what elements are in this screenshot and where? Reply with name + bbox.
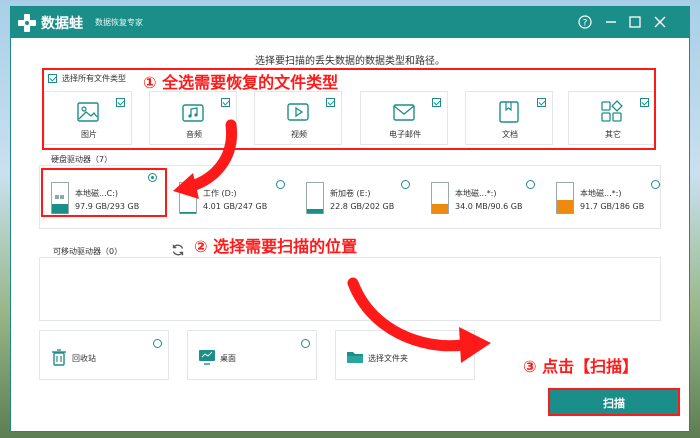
drive-size: 22.8 GB/202 GB <box>330 202 395 211</box>
drive-size: 91.7 GB/186 GB <box>580 202 645 211</box>
file-type-other[interactable]: 其它 <box>568 91 656 145</box>
file-type-video[interactable]: 视频 <box>254 91 342 145</box>
desktop-icon <box>199 350 215 365</box>
page-instruction: 选择要扫描的丢失数据的数据类型和路径。 <box>255 56 445 67</box>
checkbox-checked-icon[interactable] <box>48 74 57 83</box>
app-name: 数据蛙 <box>41 16 83 32</box>
drive-orange-icon <box>556 182 574 214</box>
file-type-email[interactable]: 电子邮件 <box>360 91 448 145</box>
drive-name: 本地磁...*:) <box>455 189 497 198</box>
help-icon[interactable]: ? <box>578 15 592 29</box>
removable-section-title: 可移动驱动器（0） <box>53 247 123 256</box>
checkbox-checked-icon[interactable] <box>326 98 335 107</box>
drive-item-c[interactable]: 本地磁...C:) 97.9 GB/293 GB <box>43 172 153 220</box>
title-bar: 数据蛙 数据恢复专家 ? <box>11 7 689 38</box>
location-desktop[interactable]: 桌面 <box>187 330 317 380</box>
file-type-label: 文档 <box>502 130 518 139</box>
other-icon <box>601 100 623 122</box>
drive-size: 34.0 MB/90.6 GB <box>455 202 523 211</box>
location-recycle-bin[interactable]: 回收站 <box>39 330 169 380</box>
minimize-icon[interactable] <box>604 15 618 29</box>
app-logo-icon <box>18 14 36 32</box>
location-radio[interactable] <box>301 339 310 348</box>
scan-button[interactable]: 扫描 <box>548 388 680 416</box>
location-radio[interactable] <box>153 339 162 348</box>
annotation-step-3: ③ 点击【扫描】 <box>523 357 639 376</box>
image-icon <box>77 102 99 122</box>
file-type-document[interactable]: 文档 <box>465 91 553 145</box>
select-all-label: 选择所有文件类型 <box>62 74 126 83</box>
arrow-icon <box>173 119 238 199</box>
drive-name: 本地磁...C:) <box>75 189 119 198</box>
windows-drive-icon <box>51 182 69 214</box>
drive-name: 本地磁...*:) <box>580 189 622 198</box>
file-type-label: 其它 <box>605 130 621 139</box>
checkbox-checked-icon[interactable] <box>432 98 441 107</box>
drive-radio[interactable] <box>401 180 410 189</box>
drive-radio-selected[interactable] <box>148 173 157 182</box>
file-type-label: 电子邮件 <box>389 130 421 139</box>
document-icon <box>499 101 519 123</box>
checkbox-checked-icon[interactable] <box>537 98 546 107</box>
checkbox-checked-icon[interactable] <box>640 98 649 107</box>
checkbox-checked-icon[interactable] <box>221 98 230 107</box>
refresh-icon[interactable] <box>171 243 185 257</box>
drive-radio[interactable] <box>651 180 660 189</box>
drive-orange-icon <box>431 182 449 214</box>
file-type-label: 视频 <box>291 130 307 139</box>
drive-size: 97.9 GB/293 GB <box>75 202 140 211</box>
drive-item-e[interactable]: 新加卷 (E:) 22.8 GB/202 GB <box>298 172 408 220</box>
app-subtitle: 数据恢复专家 <box>95 18 143 27</box>
recycle-bin-icon <box>52 349 66 366</box>
annotation-step-2: ② 选择需要扫描的位置 <box>194 237 358 256</box>
app-window: 数据蛙 数据恢复专家 ? 选择要扫描的丢失数据的数据类型和路径。 选择所有文件类… <box>10 6 690 432</box>
close-icon[interactable] <box>653 15 667 29</box>
disk-section-title: 硬盘驱动器（7） <box>51 155 113 164</box>
svg-text:?: ? <box>583 19 588 29</box>
drive-radio[interactable] <box>276 180 285 189</box>
location-label: 桌面 <box>220 354 236 363</box>
arrow-icon <box>347 277 491 363</box>
drive-item-5[interactable]: 本地磁...*:) 91.7 GB/186 GB <box>548 172 658 220</box>
maximize-icon[interactable] <box>628 15 642 29</box>
drive-name: 新加卷 (E:) <box>330 189 371 198</box>
drive-radio[interactable] <box>526 180 535 189</box>
location-label: 回收站 <box>72 354 96 363</box>
checkbox-checked-icon[interactable] <box>116 98 125 107</box>
file-type-label: 图片 <box>81 130 97 139</box>
select-all-checkbox[interactable]: 选择所有文件类型 <box>48 73 126 84</box>
annotation-step-1: ① 全选需要恢复的文件类型 <box>143 73 339 92</box>
drive-item-4[interactable]: 本地磁...*:) 34.0 MB/90.6 GB <box>423 172 533 220</box>
drive-icon <box>306 182 324 214</box>
file-type-list: 图片 音频 视频 电子邮件 文档 其它 <box>44 91 656 145</box>
video-icon <box>287 103 309 121</box>
file-type-image[interactable]: 图片 <box>44 91 132 145</box>
email-icon <box>393 104 415 121</box>
